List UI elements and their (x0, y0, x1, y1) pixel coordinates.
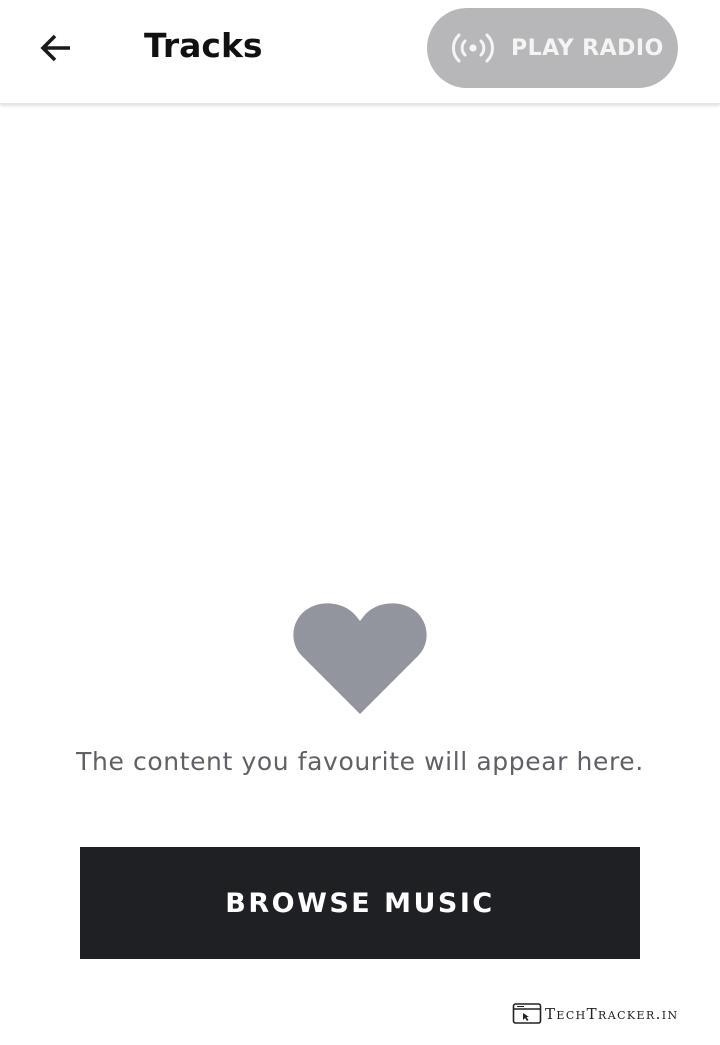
browse-music-button[interactable]: BROWSE MUSIC (80, 847, 640, 959)
browser-window-icon (512, 1002, 542, 1026)
top-app-bar: Tracks PLAY RADIO (0, 0, 720, 104)
back-button[interactable] (26, 24, 86, 72)
empty-state-message: The content you favourite will appear he… (76, 747, 644, 776)
watermark: TechTracker.in (512, 1001, 679, 1027)
arrow-left-icon (40, 34, 70, 62)
watermark-text: TechTracker.in (545, 1005, 679, 1023)
heart-icon (293, 598, 427, 714)
favourite-tracks-screen: Tracks PLAY RADIO The content you favour… (0, 0, 720, 1045)
play-radio-button[interactable]: PLAY RADIO (427, 8, 678, 88)
page-title: Tracks (144, 26, 263, 65)
radio-broadcast-icon (451, 31, 495, 65)
browse-music-label: BROWSE MUSIC (225, 887, 495, 919)
play-radio-label: PLAY RADIO (511, 35, 664, 61)
